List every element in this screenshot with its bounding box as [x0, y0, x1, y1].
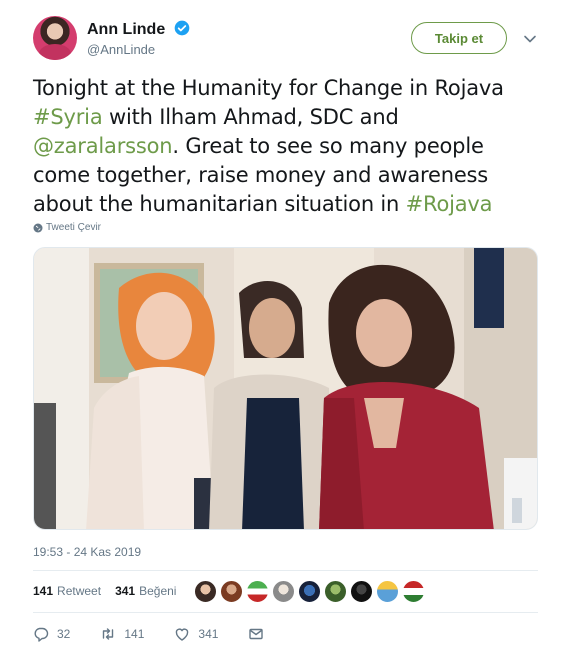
- heart-icon: [176, 628, 189, 641]
- like-button[interactable]: 341: [174, 626, 218, 642]
- retweet-button[interactable]: 141: [100, 626, 144, 642]
- reply-icon: [34, 627, 49, 642]
- likes-count[interactable]: 341: [115, 584, 135, 598]
- retweets-label[interactable]: Retweet: [57, 584, 101, 598]
- mention-zaralarsson-link[interactable]: @zaralarsson: [33, 134, 173, 158]
- tweet-text-part: with Ilham Ahmad, SDC and: [102, 105, 399, 129]
- retweets-count[interactable]: 141: [33, 584, 53, 598]
- tweet-text-part: Tonight at the Humanity for Change in Ro…: [33, 76, 504, 100]
- translate-tweet-link[interactable]: Tweeti Çevir: [33, 222, 101, 233]
- retweet-count: 141: [124, 627, 145, 641]
- author-name-row[interactable]: Ann Linde: [87, 20, 190, 39]
- hashtag-syria-link[interactable]: #Syria: [33, 105, 103, 129]
- likers-avatars: [194, 580, 425, 603]
- tweet-header: Ann Linde @AnnLinde Takip et: [33, 16, 543, 64]
- reply-button[interactable]: 32: [33, 626, 70, 642]
- verified-icon: [174, 20, 190, 36]
- liker-avatar[interactable]: [220, 580, 243, 603]
- liker-avatar[interactable]: [402, 580, 425, 603]
- like-count: 341: [198, 627, 219, 641]
- divider: [33, 612, 538, 613]
- tweet-actions: 32 141 341: [33, 624, 294, 644]
- author-name[interactable]: Ann Linde: [87, 21, 165, 38]
- liker-avatar[interactable]: [194, 580, 217, 603]
- author-avatar[interactable]: [33, 16, 77, 60]
- tweet-timestamp[interactable]: 19:53 - 24 Kas 2019: [33, 545, 141, 559]
- direct-message-button[interactable]: [248, 626, 264, 642]
- liker-avatar[interactable]: [376, 580, 399, 603]
- liker-avatar[interactable]: [298, 580, 321, 603]
- engagement-stats: 141 Retweet 341 Beğeni: [33, 580, 190, 602]
- translate-label[interactable]: Tweeti Çevir: [46, 222, 101, 233]
- author-handle[interactable]: @AnnLinde: [87, 42, 155, 57]
- likes-label[interactable]: Beğeni: [139, 584, 176, 598]
- envelope-icon: [249, 628, 264, 640]
- retweet-icon: [103, 628, 114, 640]
- photo-image: [34, 248, 537, 529]
- liker-avatar[interactable]: [246, 580, 269, 603]
- hashtag-rojava-link[interactable]: #Rojava: [406, 192, 493, 216]
- tweet-text: Tonight at the Humanity for Change in Ro…: [33, 74, 538, 219]
- chevron-down-icon[interactable]: [523, 32, 537, 46]
- globe-icon: [33, 223, 43, 232]
- divider: [33, 570, 538, 571]
- tweet-photo[interactable]: [33, 247, 538, 530]
- liker-avatar[interactable]: [272, 580, 295, 603]
- reply-count: 32: [57, 627, 71, 641]
- liker-avatar[interactable]: [324, 580, 347, 603]
- liker-avatar[interactable]: [350, 580, 373, 603]
- follow-button[interactable]: Takip et: [411, 22, 507, 54]
